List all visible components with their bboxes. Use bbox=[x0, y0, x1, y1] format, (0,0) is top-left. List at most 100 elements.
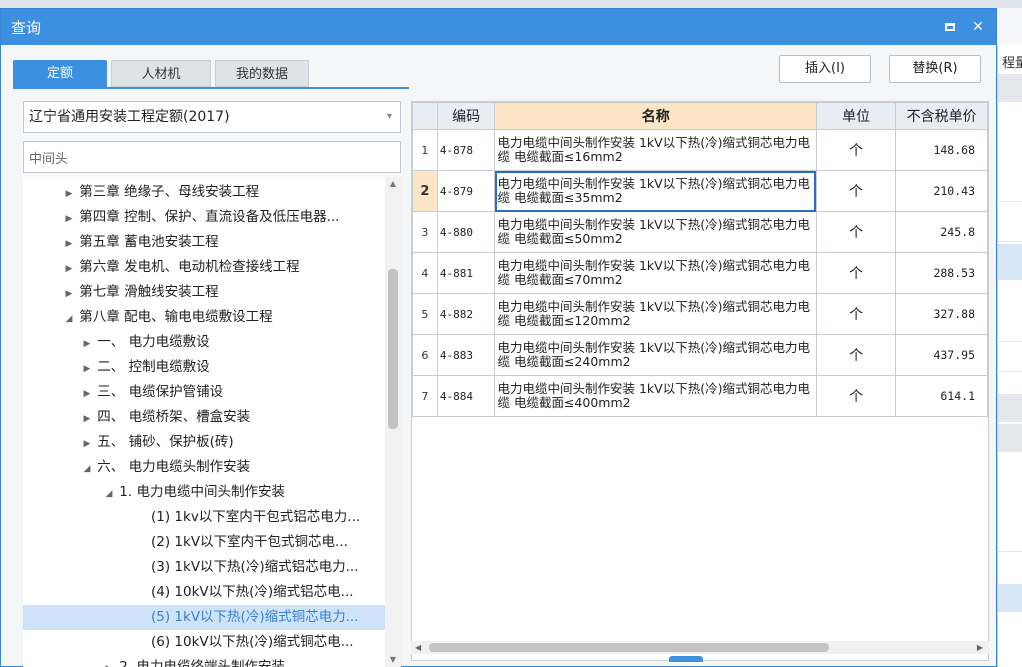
expand-arrow-icon[interactable]: ▶ bbox=[63, 182, 75, 205]
table-row[interactable]: 6 4-883 电力电缆中间头制作安装 1kV以下热(冷)缩式铜芯电力电缆 电缆截面… bbox=[412, 334, 988, 376]
row-index-cell[interactable]: 2 bbox=[412, 170, 438, 212]
tab-my-data[interactable]: 我的数据 bbox=[215, 60, 309, 87]
tree-item[interactable]: ▶ 第四章 控制、保护、直流设备及低压电器... bbox=[23, 205, 385, 230]
close-button[interactable]: ✕ bbox=[968, 17, 988, 37]
name-cell[interactable]: 电力电缆中间头制作安装 1kV以下热(冷)缩式铜芯电力电缆 电缆截面≤70mm2 bbox=[494, 252, 817, 294]
name-cell[interactable]: 电力电缆中间头制作安装 1kV以下热(冷)缩式铜芯电力电缆 电缆截面≤400mm… bbox=[494, 375, 817, 417]
tree-item[interactable]: ▶ 第三章 绝缘子、母线安装工程 bbox=[23, 180, 385, 205]
tab-labor-material-machine[interactable]: 人材机 bbox=[111, 60, 211, 87]
library-select[interactable]: 辽宁省通用安装工程定额(2017) ▾ bbox=[23, 101, 401, 133]
tree-item[interactable]: ▶ 第六章 发电机、电动机检查接线工程 bbox=[23, 255, 385, 280]
unit-cell[interactable]: 个 bbox=[815, 252, 897, 294]
table-row[interactable]: 1 4-878 电力电缆中间头制作安装 1kV以下热(冷)缩式铜芯电力电缆 电缆截面… bbox=[412, 129, 988, 171]
tree-item[interactable]: (5) 1kV以下热(冷)缩式铜芯电力... bbox=[23, 605, 385, 630]
unit-cell[interactable]: 个 bbox=[815, 334, 897, 376]
row-index-cell[interactable]: 3 bbox=[412, 211, 438, 253]
tree-item[interactable]: ◢ 1. 电力电缆中间头制作安装 bbox=[23, 480, 385, 505]
tree-item[interactable]: ▶ 第五章 蓄电池安装工程 bbox=[23, 230, 385, 255]
header-code[interactable]: 编码 bbox=[436, 102, 496, 130]
table-row[interactable]: 2 4-879 电力电缆中间头制作安装 1kV以下热(冷)缩式铜芯电力电缆 电缆截面… bbox=[412, 170, 988, 212]
tree-item[interactable]: ▶ 一、 电力电缆敷设 bbox=[23, 330, 385, 355]
expand-arrow-icon[interactable]: ▶ bbox=[81, 382, 93, 405]
expand-arrow-icon[interactable]: ▶ bbox=[81, 407, 93, 430]
tree-item[interactable]: ▶ 四、 电缆桥架、槽盒安装 bbox=[23, 405, 385, 430]
unit-cell[interactable]: 个 bbox=[815, 211, 897, 253]
row-index-cell[interactable]: 4 bbox=[412, 252, 438, 294]
row-index-cell[interactable]: 5 bbox=[412, 293, 438, 335]
price-cell[interactable]: 327.88 bbox=[895, 293, 988, 335]
name-cell[interactable]: 电力电缆中间头制作安装 1kV以下热(冷)缩式铜芯电力电缆 电缆截面≤50mm2 bbox=[494, 211, 817, 253]
table-row[interactable]: 4 4-881 电力电缆中间头制作安装 1kV以下热(冷)缩式铜芯电力电缆 电缆截面… bbox=[412, 252, 988, 294]
unit-cell[interactable]: 个 bbox=[815, 293, 897, 335]
search-input[interactable] bbox=[23, 141, 401, 173]
code-cell[interactable]: 4-883 bbox=[436, 334, 496, 376]
expand-arrow-icon[interactable]: ▶ bbox=[103, 657, 115, 667]
name-cell[interactable]: 电力电缆中间头制作安装 1kV以下热(冷)缩式铜芯电力电缆 电缆截面≤35mm2 bbox=[494, 170, 817, 212]
code-cell[interactable]: 4-879 bbox=[436, 170, 496, 212]
grid-horizontal-scrollbar[interactable]: ◀ ▶ bbox=[411, 641, 989, 654]
expand-arrow-icon[interactable]: ▶ bbox=[81, 357, 93, 380]
expand-arrow-icon[interactable]: ▶ bbox=[81, 332, 93, 355]
tree-item[interactable]: (1) 1kv以下室内干包式铝芯电力... bbox=[23, 505, 385, 530]
row-index-cell[interactable]: 6 bbox=[412, 334, 438, 376]
table-row[interactable]: 7 4-884 电力电缆中间头制作安装 1kV以下热(冷)缩式铜芯电力电缆 电缆截面… bbox=[412, 375, 988, 417]
price-cell[interactable]: 288.53 bbox=[895, 252, 988, 294]
tree-item[interactable]: ▶ 2. 电力电缆终端头制作安装 bbox=[23, 655, 385, 667]
tree-vertical-scrollbar[interactable]: ▲ ▼ bbox=[385, 177, 401, 667]
dialog-titlebar[interactable]: 查询 ✕ bbox=[1, 9, 996, 45]
tree-scroll-thumb[interactable] bbox=[388, 269, 398, 429]
scroll-up-icon[interactable]: ▲ bbox=[385, 177, 401, 191]
row-index-cell[interactable]: 7 bbox=[412, 375, 438, 417]
unit-cell[interactable]: 个 bbox=[815, 375, 897, 417]
tree-item[interactable]: (6) 10kV以下热(冷)缩式铜芯电... bbox=[23, 630, 385, 655]
name-cell[interactable]: 电力电缆中间头制作安装 1kV以下热(冷)缩式铜芯电力电缆 电缆截面≤240mm… bbox=[494, 334, 817, 376]
name-cell[interactable]: 电力电缆中间头制作安装 1kV以下热(冷)缩式铜芯电力电缆 电缆截面≤16mm2 bbox=[494, 129, 817, 171]
name-cell[interactable]: 电力电缆中间头制作安装 1kV以下热(冷)缩式铜芯电力电缆 电缆截面≤120mm… bbox=[494, 293, 817, 335]
code-cell[interactable]: 4-878 bbox=[436, 129, 496, 171]
expand-arrow-icon[interactable]: ▶ bbox=[63, 282, 75, 305]
table-row[interactable]: 5 4-882 电力电缆中间头制作安装 1kV以下热(冷)缩式铜芯电力电缆 电缆截面… bbox=[412, 293, 988, 335]
insert-button[interactable]: 插入(I) bbox=[779, 55, 871, 83]
collapse-arrow-icon[interactable]: ◢ bbox=[81, 457, 93, 480]
table-row[interactable]: 3 4-880 电力电缆中间头制作安装 1kV以下热(冷)缩式铜芯电力电缆 电缆截面… bbox=[412, 211, 988, 253]
unit-cell[interactable]: 个 bbox=[815, 129, 897, 171]
code-cell[interactable]: 4-884 bbox=[436, 375, 496, 417]
collapse-arrow-icon[interactable]: ◢ bbox=[63, 307, 75, 330]
expand-arrow-icon[interactable]: ▶ bbox=[63, 207, 75, 230]
code-cell[interactable]: 4-881 bbox=[436, 252, 496, 294]
grid-scroll-thumb[interactable] bbox=[429, 643, 829, 652]
collapse-handle[interactable] bbox=[669, 656, 703, 662]
price-cell[interactable]: 245.8 bbox=[895, 211, 988, 253]
dropdown-arrow-icon[interactable]: ▾ bbox=[387, 102, 392, 132]
expand-arrow-icon[interactable]: ▶ bbox=[63, 257, 75, 280]
tree-item[interactable]: ◢ 六、 电力电缆头制作安装 bbox=[23, 455, 385, 480]
collapse-arrow-icon[interactable]: ◢ bbox=[103, 482, 115, 505]
tree-item[interactable]: (4) 10kV以下热(冷)缩式铝芯电... bbox=[23, 580, 385, 605]
header-unit[interactable]: 单位 bbox=[815, 102, 897, 130]
tree-item[interactable]: ▶ 二、 控制电缆敷设 bbox=[23, 355, 385, 380]
expand-arrow-icon[interactable]: ▶ bbox=[63, 232, 75, 255]
tab-quota[interactable]: 定额 bbox=[13, 60, 107, 87]
header-name[interactable]: 名称 bbox=[494, 102, 817, 130]
price-cell[interactable]: 148.68 bbox=[895, 129, 988, 171]
expand-arrow-icon[interactable]: ▶ bbox=[81, 432, 93, 455]
code-cell[interactable]: 4-882 bbox=[436, 293, 496, 335]
tree-item[interactable]: (2) 1kV以下室内干包式铜芯电... bbox=[23, 530, 385, 555]
tree-item[interactable]: ◢ 第八章 配电、输电电缆敷设工程 bbox=[23, 305, 385, 330]
tree-item[interactable]: ▶ 五、 铺砂、保护板(砖) bbox=[23, 430, 385, 455]
code-cell[interactable]: 4-880 bbox=[436, 211, 496, 253]
replace-button[interactable]: 替换(R) bbox=[889, 55, 981, 83]
price-cell[interactable]: 614.1 bbox=[895, 375, 988, 417]
tree-item[interactable]: ▶ 三、 电缆保护管铺设 bbox=[23, 380, 385, 405]
price-cell[interactable]: 210.43 bbox=[895, 170, 988, 212]
row-index-cell[interactable]: 1 bbox=[412, 129, 438, 171]
scroll-right-icon[interactable]: ▶ bbox=[977, 641, 983, 654]
scroll-down-icon[interactable]: ▼ bbox=[385, 653, 401, 667]
unit-cell[interactable]: 个 bbox=[815, 170, 897, 212]
maximize-button[interactable] bbox=[940, 17, 960, 37]
tree-item[interactable]: ▶ 第七章 滑触线安装工程 bbox=[23, 280, 385, 305]
tree-item[interactable]: (3) 1kV以下热(冷)缩式铝芯电力... bbox=[23, 555, 385, 580]
scroll-left-icon[interactable]: ◀ bbox=[415, 641, 421, 654]
header-price-excl-tax[interactable]: 不含税单价 bbox=[895, 102, 988, 130]
price-cell[interactable]: 437.95 bbox=[895, 334, 988, 376]
